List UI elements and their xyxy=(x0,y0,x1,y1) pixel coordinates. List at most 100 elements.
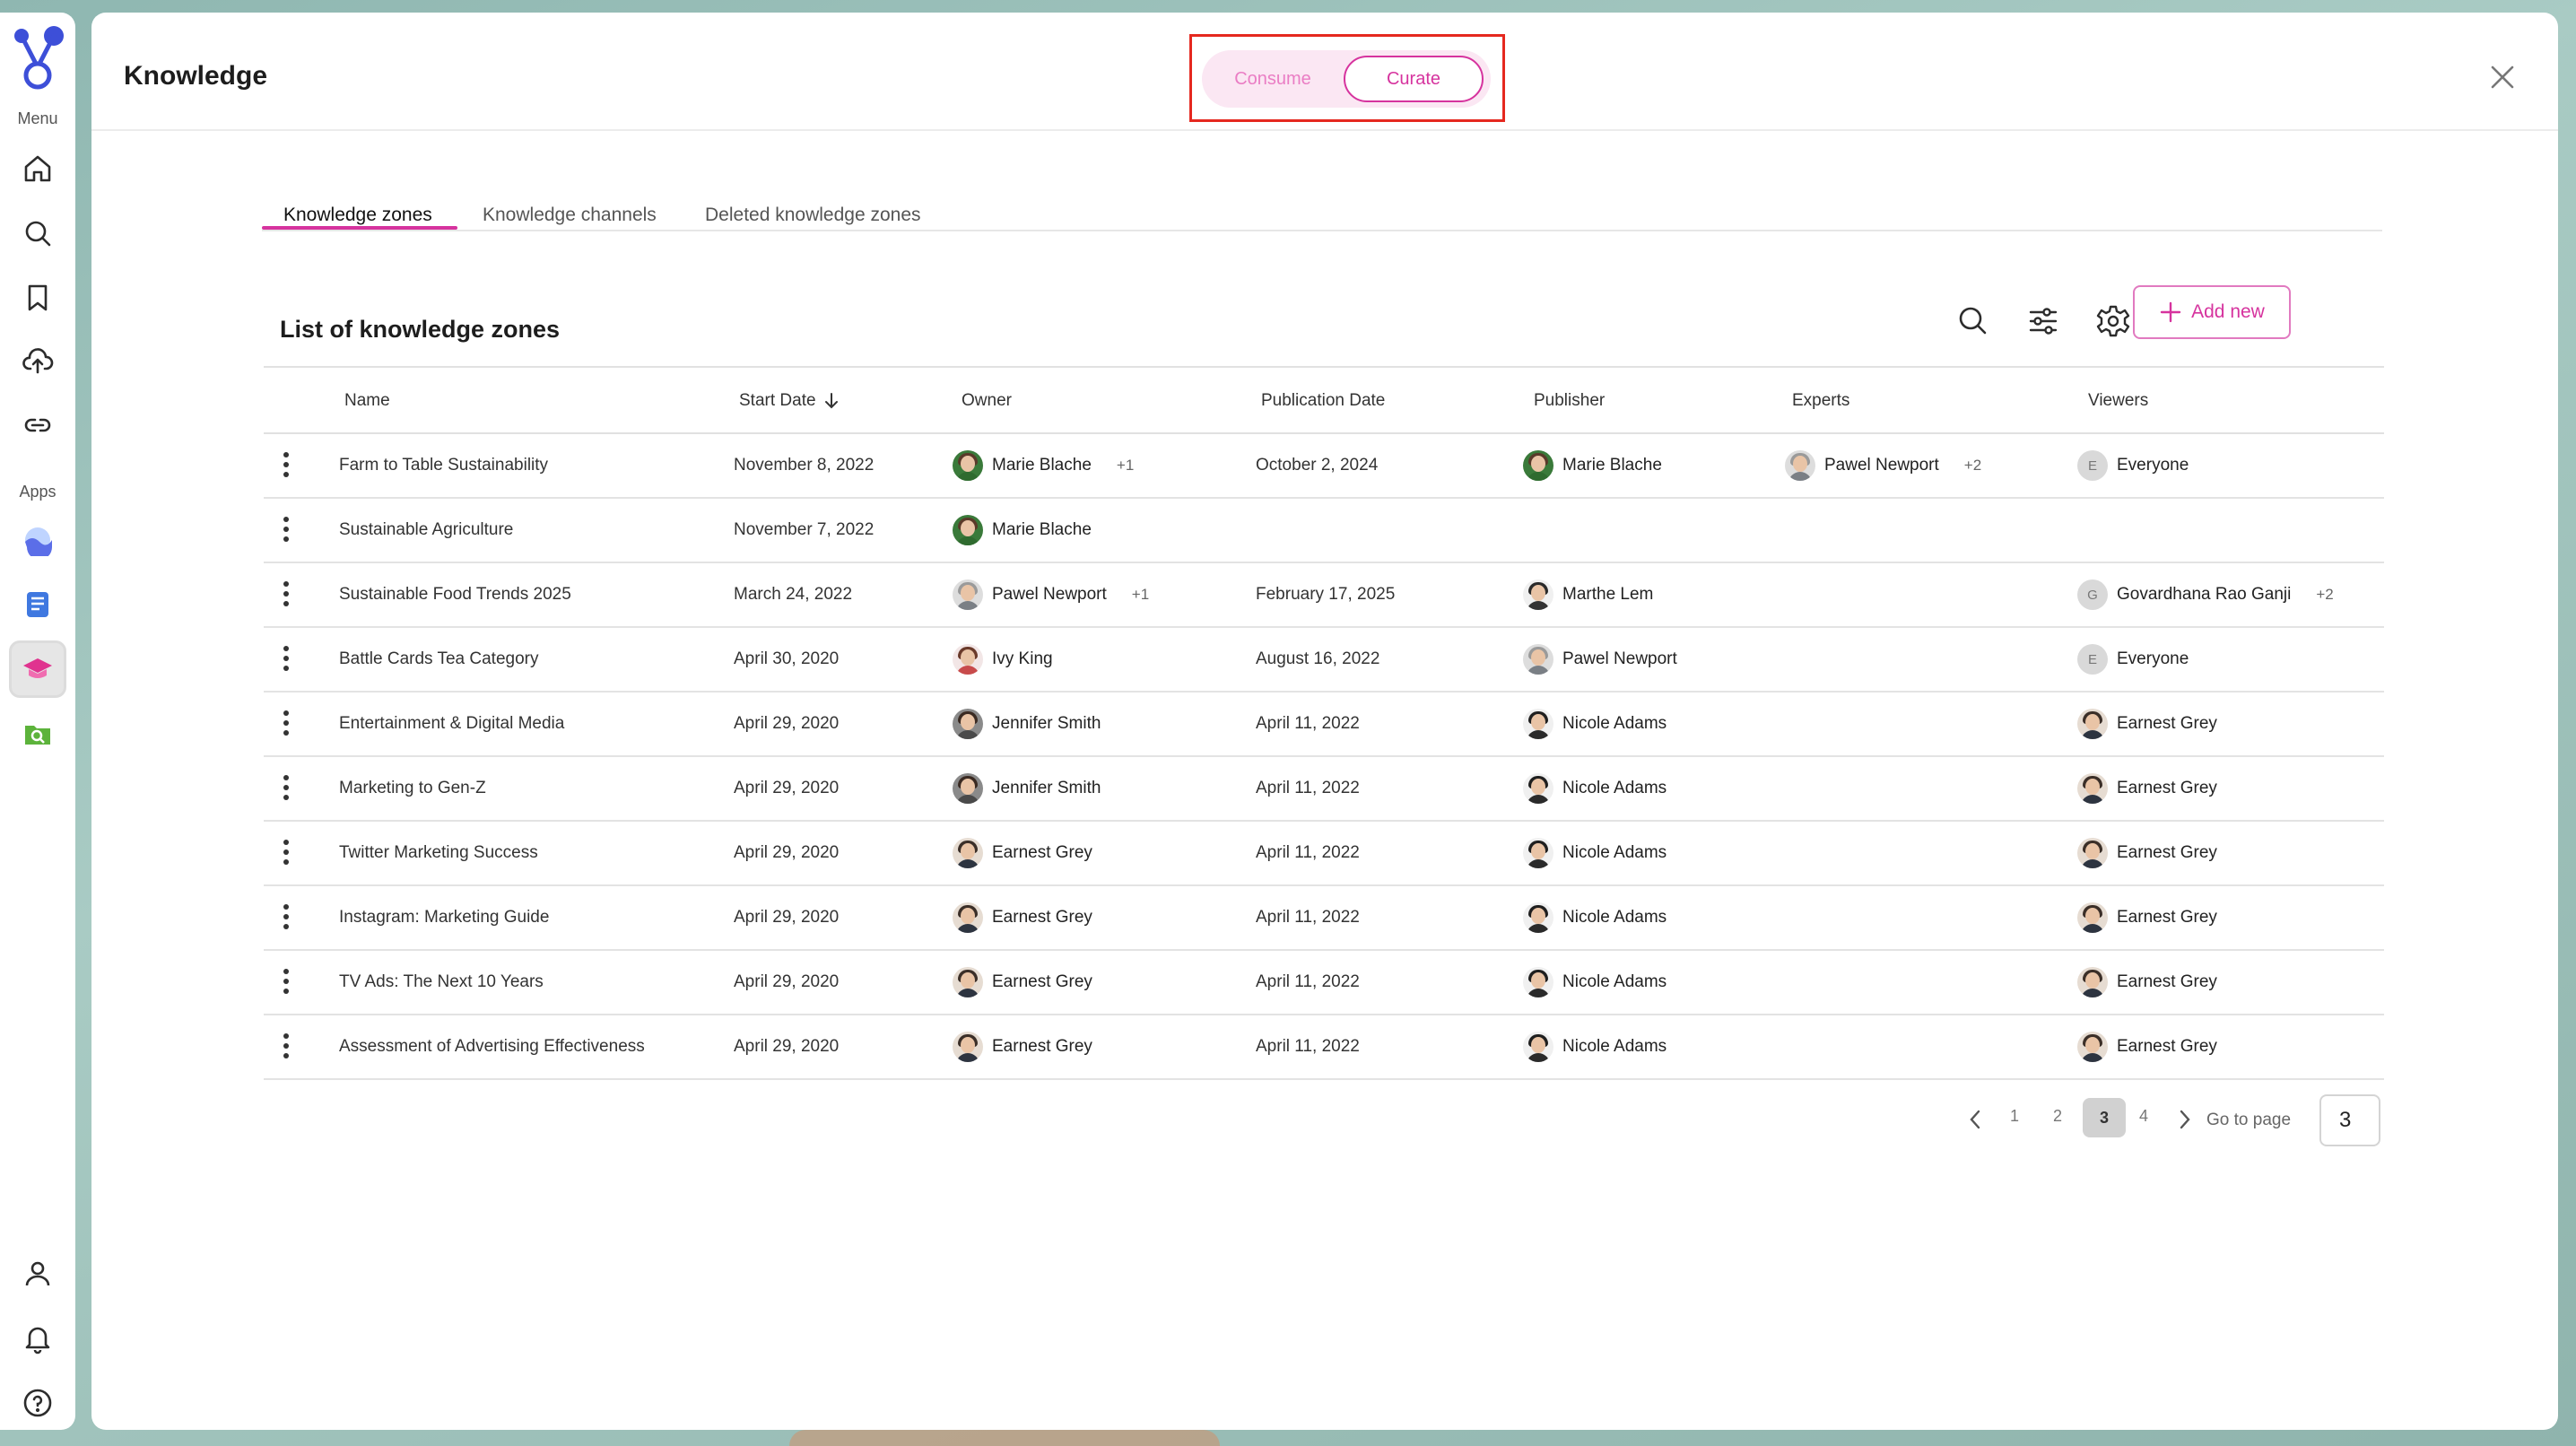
row-menu-kebab-icon[interactable] xyxy=(282,775,291,806)
user-icon[interactable] xyxy=(14,1250,61,1297)
table-row[interactable]: Sustainable Food Trends 2025 March 24, 20… xyxy=(264,563,2384,628)
owner-cell[interactable]: Pawel Newport +1 xyxy=(953,579,1149,610)
owner-cell[interactable]: Ivy King xyxy=(953,644,1053,675)
tab-knowledge-zones[interactable]: Knowledge zones xyxy=(283,205,432,226)
publisher-cell[interactable]: Nicole Adams xyxy=(1523,1032,1667,1062)
column-viewers[interactable]: Viewers xyxy=(2088,391,2148,411)
owner-cell[interactable]: Earnest Grey xyxy=(953,902,1092,933)
owner-extra-count[interactable]: +1 xyxy=(1132,586,1149,604)
owner-extra-count[interactable]: +1 xyxy=(1117,457,1134,475)
publisher-cell[interactable]: Pawel Newport xyxy=(1523,644,1677,675)
row-menu-kebab-icon[interactable] xyxy=(282,581,291,612)
table-search-icon[interactable] xyxy=(1950,298,1997,344)
publisher-cell[interactable]: Nicole Adams xyxy=(1523,838,1667,868)
consume-toggle-option[interactable]: Consume xyxy=(1207,56,1338,102)
owner-cell[interactable]: Marie Blache +1 xyxy=(953,450,1134,481)
viewers-extra-count[interactable]: +2 xyxy=(2316,586,2333,604)
wave-app-icon[interactable] xyxy=(14,517,61,563)
owner-cell[interactable]: Earnest Grey xyxy=(953,967,1092,997)
row-menu-kebab-icon[interactable] xyxy=(282,840,291,870)
row-menu-kebab-icon[interactable] xyxy=(282,710,291,741)
viewers-cell[interactable]: E Everyone xyxy=(2077,450,2189,481)
viewers-cell[interactable]: E Everyone xyxy=(2077,644,2189,675)
viewers-cell[interactable]: Earnest Grey xyxy=(2077,773,2217,804)
owner-cell[interactable]: Jennifer Smith xyxy=(953,709,1101,739)
publisher-cell[interactable]: Nicole Adams xyxy=(1523,709,1667,739)
publisher-cell[interactable]: Nicole Adams xyxy=(1523,967,1667,997)
experts-extra-count[interactable]: +2 xyxy=(1964,457,1981,475)
table-row[interactable]: Twitter Marketing Success April 29, 2020 E… xyxy=(264,822,2384,886)
column-start-date[interactable]: Start Date xyxy=(739,391,840,411)
document-app-icon[interactable] xyxy=(14,581,61,628)
owner-cell[interactable]: Marie Blache xyxy=(953,515,1092,545)
viewers-cell[interactable]: G Govardhana Rao Ganji +2 xyxy=(2077,579,2334,610)
prev-page-icon[interactable] xyxy=(1964,1107,1986,1132)
row-menu-kebab-icon[interactable] xyxy=(282,1033,291,1064)
avatar xyxy=(1785,450,1815,481)
table-row[interactable]: Assessment of Advertising Effectiveness A… xyxy=(264,1015,2384,1080)
app-logo-icon[interactable] xyxy=(9,23,66,90)
knowledge-app-icon[interactable] xyxy=(9,640,66,698)
page-3-current[interactable]: 3 xyxy=(2083,1098,2126,1137)
help-icon[interactable] xyxy=(14,1380,61,1426)
row-menu-kebab-icon[interactable] xyxy=(282,904,291,935)
row-menu-kebab-icon[interactable] xyxy=(282,452,291,483)
owner-cell[interactable]: Earnest Grey xyxy=(953,1032,1092,1062)
link-icon[interactable] xyxy=(14,402,61,449)
page-2[interactable]: 2 xyxy=(2040,1107,2076,1126)
row-menu-kebab-icon[interactable] xyxy=(282,646,291,676)
home-icon[interactable] xyxy=(14,145,61,192)
experts-cell[interactable]: Pawel Newport +2 xyxy=(1785,450,1981,481)
search-folder-app-icon[interactable] xyxy=(14,710,61,757)
tab-knowledge-channels[interactable]: Knowledge channels xyxy=(483,205,657,226)
column-publisher[interactable]: Publisher xyxy=(1534,391,1605,411)
publisher-cell[interactable]: Marie Blache xyxy=(1523,450,1662,481)
owner-cell[interactable]: Earnest Grey xyxy=(953,838,1092,868)
viewers-cell[interactable]: Earnest Grey xyxy=(2077,902,2217,933)
table-row[interactable]: Battle Cards Tea Category April 30, 2020 I… xyxy=(264,628,2384,693)
close-icon[interactable] xyxy=(2488,63,2517,91)
table-row[interactable]: Farm to Table Sustainability November 8, … xyxy=(264,434,2384,499)
owner-cell[interactable]: Jennifer Smith xyxy=(953,773,1101,804)
row-menu-kebab-icon[interactable] xyxy=(282,517,291,547)
viewers-cell[interactable]: Earnest Grey xyxy=(2077,709,2217,739)
sort-descending-icon[interactable] xyxy=(823,392,840,410)
experts-name: Pawel Newport xyxy=(1824,456,1939,475)
table-row[interactable]: TV Ads: The Next 10 Years April 29, 2020 E… xyxy=(264,951,2384,1015)
tab-deleted-knowledge-zones[interactable]: Deleted knowledge zones xyxy=(705,205,921,226)
owner-name: Marie Blache xyxy=(992,520,1092,539)
publisher-name: Nicole Adams xyxy=(1562,908,1667,927)
publication-date: April 11, 2022 xyxy=(1256,972,1360,991)
viewers-cell[interactable]: Earnest Grey xyxy=(2077,838,2217,868)
go-to-page-input[interactable] xyxy=(2319,1094,2380,1146)
publisher-cell[interactable]: Nicole Adams xyxy=(1523,902,1667,933)
filter-sliders-icon[interactable] xyxy=(2020,298,2067,344)
column-start-date-label: Start Date xyxy=(739,391,816,410)
publisher-name: Nicole Adams xyxy=(1562,1037,1667,1056)
page-4[interactable]: 4 xyxy=(2126,1107,2162,1126)
search-icon[interactable] xyxy=(14,210,61,257)
publisher-cell[interactable]: Nicole Adams xyxy=(1523,773,1667,804)
viewers-cell[interactable]: Earnest Grey xyxy=(2077,1032,2217,1062)
table-row[interactable]: Instagram: Marketing Guide April 29, 2020… xyxy=(264,886,2384,951)
bell-icon[interactable] xyxy=(14,1315,61,1362)
table-row[interactable]: Sustainable Agriculture November 7, 2022 M… xyxy=(264,499,2384,563)
upload-cloud-icon[interactable] xyxy=(14,337,61,384)
column-publication-date[interactable]: Publication Date xyxy=(1261,391,1385,411)
row-menu-kebab-icon[interactable] xyxy=(282,969,291,999)
column-owner[interactable]: Owner xyxy=(962,391,1012,411)
add-new-button[interactable]: Add new xyxy=(2133,285,2291,339)
table-row[interactable]: Entertainment & Digital Media April 29, 2… xyxy=(264,693,2384,757)
column-experts[interactable]: Experts xyxy=(1792,391,1849,411)
column-name[interactable]: Name xyxy=(344,391,390,411)
page-1[interactable]: 1 xyxy=(1997,1107,2032,1126)
publisher-name: Pawel Newport xyxy=(1562,649,1677,668)
curate-toggle-option[interactable]: Curate xyxy=(1344,56,1484,102)
avatar xyxy=(953,579,983,610)
publisher-cell[interactable]: Marthe Lem xyxy=(1523,579,1653,610)
settings-gear-icon[interactable] xyxy=(2090,298,2137,344)
table-row[interactable]: Marketing to Gen-Z April 29, 2020 Jennifer… xyxy=(264,757,2384,822)
next-page-icon[interactable] xyxy=(2174,1107,2196,1132)
bookmark-icon[interactable] xyxy=(14,274,61,321)
viewers-cell[interactable]: Earnest Grey xyxy=(2077,967,2217,997)
